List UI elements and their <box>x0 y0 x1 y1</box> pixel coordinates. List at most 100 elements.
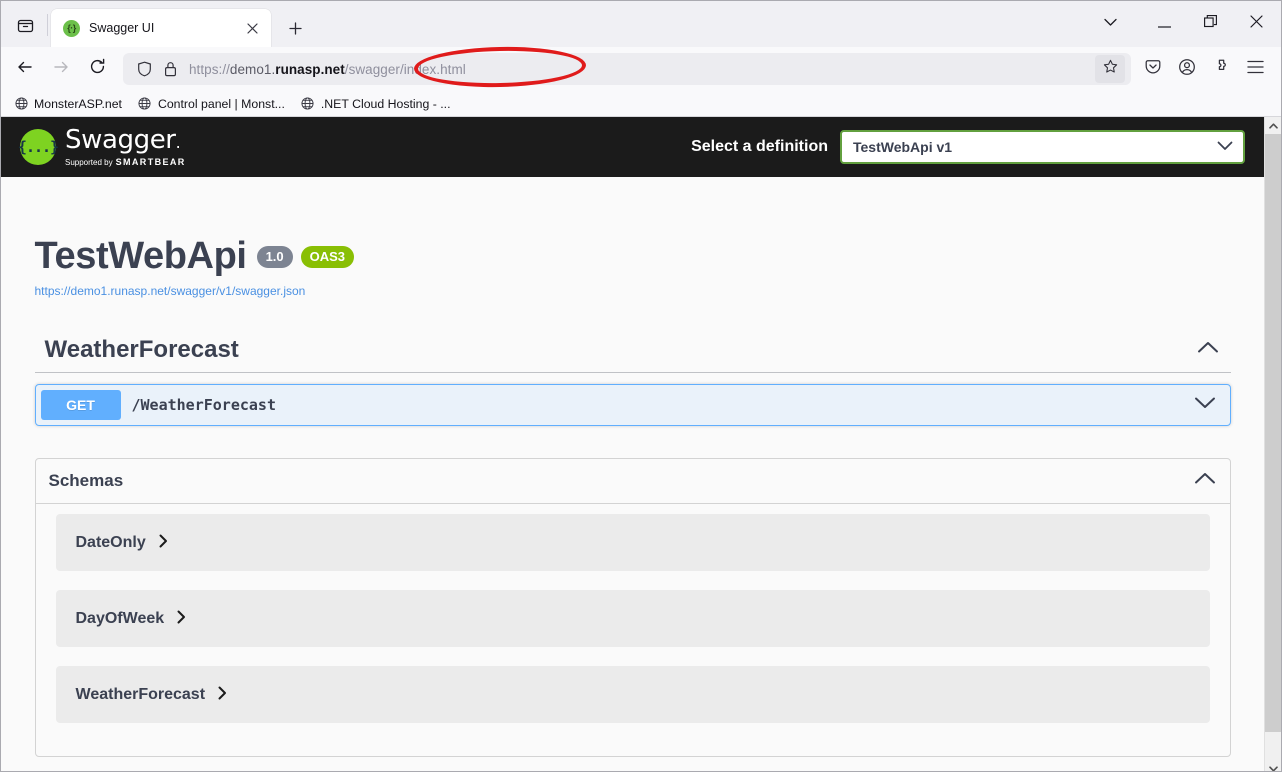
chevron-right-icon[interactable] <box>159 534 168 551</box>
globe-icon <box>14 97 28 111</box>
url-domain: runasp.net <box>275 61 345 77</box>
bookmark-star-button[interactable] <box>1095 55 1125 83</box>
bookmark-item[interactable]: .NET Cloud Hosting - ... <box>294 95 458 113</box>
back-button[interactable] <box>9 53 41 85</box>
operation-path: /WeatherForecast <box>131 396 277 414</box>
toolbar-actions <box>1137 53 1273 85</box>
account-button[interactable] <box>1171 53 1203 85</box>
scroll-up-arrow-icon[interactable] <box>1265 117 1281 134</box>
forward-arrow-icon <box>52 58 70 81</box>
url-path: /swagger/index.html <box>344 61 466 77</box>
schemas-section: Schemas DateOnly DayOfWeek WeatherForeca… <box>13 458 1253 757</box>
http-method-badge: GET <box>40 390 121 420</box>
api-title-row: TestWebApi 1.0 OAS3 <box>35 235 1231 278</box>
restore-icon <box>1203 15 1217 33</box>
chevron-right-icon[interactable] <box>218 686 227 703</box>
scroll-down-arrow-icon[interactable] <box>1265 760 1281 771</box>
chevron-up-icon[interactable] <box>1194 472 1216 490</box>
chevron-down-icon <box>1103 14 1117 32</box>
oas-badge: OAS3 <box>300 245 355 268</box>
schema-row-weatherforecast[interactable]: WeatherForecast <box>55 666 1210 723</box>
operation-get-weatherforecast[interactable]: GET /WeatherForecast <box>34 384 1231 426</box>
shield-icon[interactable] <box>131 56 157 82</box>
chevron-down-icon <box>1217 138 1233 156</box>
tab-strip-separator <box>47 14 48 36</box>
bookmark-label: Control panel | Monst... <box>157 96 285 111</box>
schemas-header[interactable]: Schemas <box>35 459 1230 504</box>
chevron-up-icon[interactable] <box>1197 341 1219 359</box>
restore-button[interactable] <box>1187 5 1233 43</box>
schema-row-dayofweek[interactable]: DayOfWeek <box>55 590 1210 647</box>
globe-icon <box>301 97 315 111</box>
app-menu-button[interactable] <box>1239 53 1271 85</box>
forward-button[interactable] <box>45 53 77 85</box>
schemas-box: Schemas DateOnly DayOfWeek WeatherForeca… <box>34 458 1231 757</box>
url-scheme: https:// <box>189 61 230 77</box>
browser-window: {·} Swagger UI https://demo1.runasp.net/… <box>0 0 1282 772</box>
bookmark-label: .NET Cloud Hosting - ... <box>320 96 451 111</box>
schema-name: DateOnly <box>75 533 146 551</box>
globe-icon <box>138 97 152 111</box>
chevron-down-icon[interactable] <box>1194 396 1216 414</box>
star-icon <box>1103 59 1118 79</box>
close-window-button[interactable] <box>1233 5 1279 43</box>
firefox-view-button[interactable] <box>5 5 45 45</box>
swagger-topbar: {...} Swagger. Supported by SMARTBEAR Se… <box>1 117 1264 177</box>
pocket-button[interactable] <box>1137 53 1169 85</box>
tab-strip: {·} Swagger UI <box>1 1 1281 47</box>
url-subdomain: demo1. <box>229 61 276 77</box>
schemas-title: Schemas <box>48 471 124 490</box>
chevron-right-icon[interactable] <box>177 610 186 627</box>
minimize-icon <box>1157 15 1171 33</box>
new-tab-button[interactable] <box>279 12 311 44</box>
url-bar[interactable]: https://demo1.runasp.net/swagger/index.h… <box>123 53 1131 85</box>
vertical-scrollbar[interactable] <box>1264 117 1281 771</box>
padlock-icon[interactable] <box>157 56 183 82</box>
swagger-logo-subtitle: Supported by SMARTBEAR <box>65 157 186 168</box>
schema-name: DayOfWeek <box>75 609 165 627</box>
close-icon[interactable] <box>241 17 263 39</box>
bookmark-item[interactable]: Control panel | Monst... <box>131 95 292 113</box>
version-badge: 1.0 <box>256 245 293 268</box>
api-info-block: TestWebApi 1.0 OAS3 https://demo1.runasp… <box>13 177 1253 298</box>
swagger-logo-name: Swagger. <box>65 124 181 155</box>
schema-name: WeatherForecast <box>75 685 206 703</box>
swagger-ui-page: {...} Swagger. Supported by SMARTBEAR Se… <box>1 117 1264 771</box>
spec-url-link[interactable]: https://demo1.runasp.net/swagger/v1/swag… <box>35 284 1231 298</box>
extensions-icon <box>1212 58 1230 81</box>
swagger-logo-icon: {·} <box>63 19 80 37</box>
swagger-main: TestWebApi 1.0 OAS3 https://demo1.runasp… <box>1 177 1264 771</box>
page-content-area: {...} Swagger. Supported by SMARTBEAR Se… <box>1 117 1281 771</box>
vertical-scroll-track[interactable] <box>1265 134 1281 760</box>
swagger-logo[interactable]: {...} Swagger. Supported by SMARTBEAR <box>18 127 186 168</box>
swagger-braces-icon: {...} <box>18 129 59 165</box>
save-to-pocket-icon <box>1144 58 1162 81</box>
schemas-list: DateOnly DayOfWeek WeatherForecast <box>36 504 1230 756</box>
smartbear-text: SMARTBEAR <box>115 156 186 167</box>
definition-select-value: TestWebApi v1 <box>853 139 953 155</box>
page-title: TestWebApi <box>34 235 247 277</box>
swagger-wordmark: Swagger. Supported by SMARTBEAR <box>65 127 186 168</box>
extensions-button[interactable] <box>1205 53 1237 85</box>
bookmark-label: MonsterASP.net <box>34 96 122 111</box>
reload-button[interactable] <box>81 53 113 85</box>
reload-icon <box>89 58 106 80</box>
back-arrow-icon <box>16 58 34 81</box>
supported-by-text: Supported by <box>65 157 113 167</box>
navigation-toolbar: https://demo1.runasp.net/swagger/index.h… <box>1 47 1281 91</box>
browser-tab[interactable]: {·} Swagger UI <box>51 9 271 47</box>
minimize-button[interactable] <box>1141 5 1187 43</box>
definition-selector-group: Select a definition TestWebApi v1 <box>691 130 1245 164</box>
definition-select[interactable]: TestWebApi v1 <box>840 130 1245 164</box>
url-text[interactable]: https://demo1.runasp.net/swagger/index.h… <box>189 62 1095 77</box>
vertical-scroll-thumb[interactable] <box>1265 134 1281 732</box>
tag-name: WeatherForecast <box>44 336 239 363</box>
schema-row-dateonly[interactable]: DateOnly <box>55 514 1210 571</box>
account-icon <box>1178 58 1196 81</box>
list-all-tabs-button[interactable] <box>1093 6 1127 40</box>
tag-header-weatherforecast[interactable]: WeatherForecast <box>34 336 1231 373</box>
hamburger-menu-icon <box>1246 60 1264 79</box>
bookmark-item[interactable]: MonsterASP.net <box>7 95 129 113</box>
window-controls-group <box>1093 1 1281 47</box>
operations-tag-section: WeatherForecast GET /WeatherForecast <box>13 336 1253 426</box>
